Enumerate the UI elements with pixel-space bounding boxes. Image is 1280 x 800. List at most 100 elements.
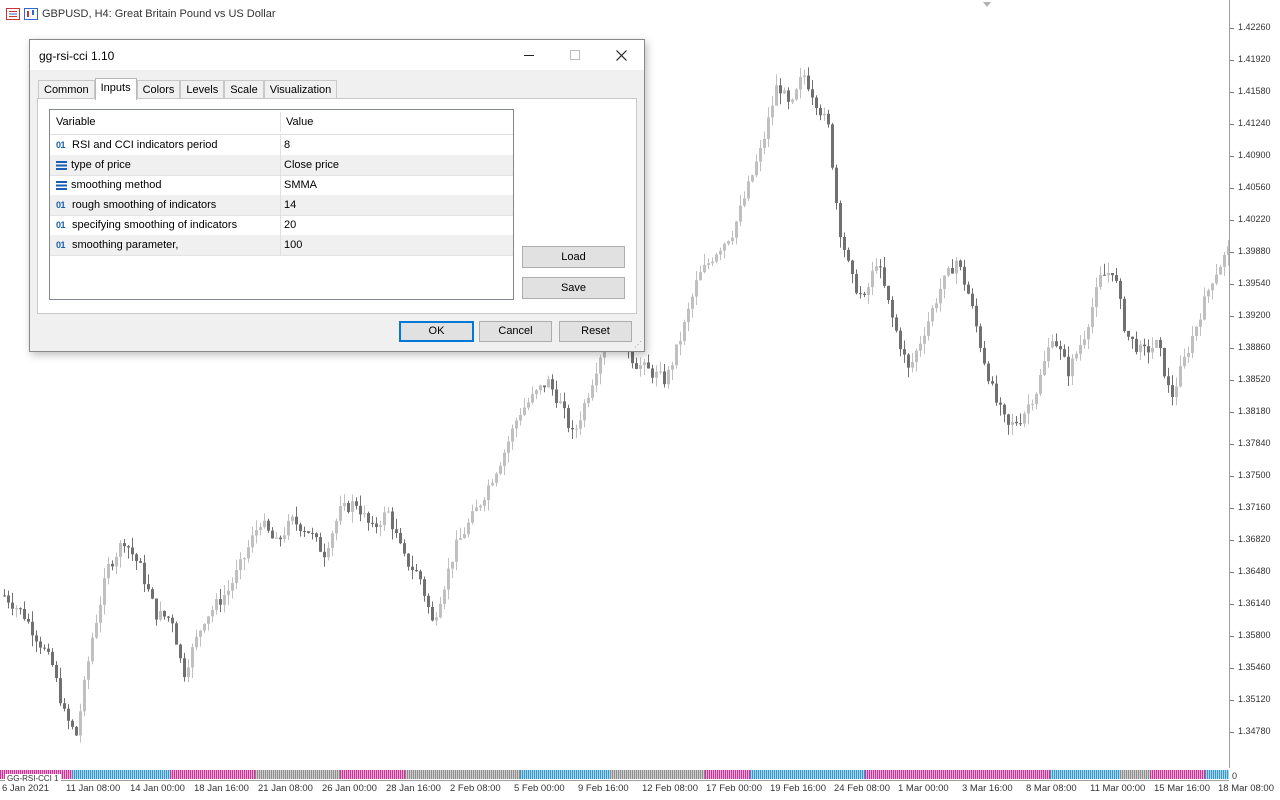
- indicator-bar: [897, 770, 899, 779]
- maximize-button[interactable]: [552, 40, 598, 70]
- input-row[interactable]: type of price Close price: [50, 155, 513, 176]
- input-value[interactable]: 20: [280, 215, 296, 235]
- save-button[interactable]: Save: [522, 277, 625, 299]
- input-value[interactable]: 14: [280, 195, 296, 215]
- candle-body: [519, 414, 522, 421]
- input-row[interactable]: 01 RSI and CCI indicators period 8: [50, 135, 513, 156]
- indicator-bar: [594, 770, 596, 779]
- indicator-bar: [72, 770, 74, 779]
- candle-body: [783, 90, 786, 94]
- candle-body: [1203, 296, 1206, 320]
- indicator-bar: [224, 770, 226, 779]
- candle-body: [1223, 254, 1226, 267]
- indicator-bar: [889, 770, 891, 779]
- indicator-bar: [873, 770, 875, 779]
- chart-type-icon[interactable]: [24, 8, 38, 20]
- indicator-bar: [642, 770, 644, 779]
- indicator-bar: [421, 770, 423, 779]
- indicator-bar: [1013, 770, 1015, 779]
- indicator-bar: [953, 770, 955, 779]
- candle-body: [379, 525, 382, 528]
- chart-shift-marker[interactable]: [983, 2, 991, 7]
- indicator-bar: [564, 770, 566, 779]
- column-header-value[interactable]: Value: [280, 110, 313, 134]
- price-tick: [1230, 732, 1234, 733]
- indicator-bar: [606, 770, 608, 779]
- candle-body: [975, 305, 978, 327]
- indicator-bar: [499, 770, 501, 779]
- candle-body: [135, 554, 138, 562]
- tab-inputs[interactable]: Inputs: [94, 78, 137, 100]
- indicator-bar: [1116, 770, 1118, 779]
- indicator-bar: [717, 770, 719, 779]
- indicator-bar: [483, 770, 485, 779]
- indicator-bar: [174, 770, 176, 779]
- ok-button[interactable]: OK: [399, 321, 474, 342]
- indicator-bar: [358, 770, 360, 779]
- candle-body: [387, 511, 390, 513]
- candle-body: [583, 403, 586, 421]
- indicator-bar: [905, 770, 907, 779]
- close-button[interactable]: [598, 40, 644, 70]
- resize-grip-icon[interactable]: ⋰: [634, 340, 642, 349]
- candle-body: [535, 390, 538, 395]
- indicator-bar: [122, 770, 124, 779]
- candle-body: [87, 661, 90, 680]
- indicator-bar: [511, 770, 513, 779]
- dialog-title-bar[interactable]: gg-rsi-cci 1.10: [30, 40, 644, 70]
- tab-scale[interactable]: Scale: [224, 80, 264, 99]
- indicator-bar: [774, 770, 776, 779]
- price-tick: [1230, 540, 1234, 541]
- price-axis[interactable]: 1.42260 1.41920 1.41580 1.41240 1.40900 1.405…: [1229, 0, 1280, 768]
- candle-body: [727, 241, 730, 244]
- tab-common[interactable]: Common: [38, 80, 95, 99]
- reset-button[interactable]: Reset: [559, 321, 632, 342]
- candle-body: [979, 326, 982, 348]
- time-axis[interactable]: 6 Jan 2021 11 Jan 08:00 14 Jan 00:00 18 Jan…: [0, 780, 1274, 800]
- indicator-bar: [1180, 770, 1182, 779]
- input-row[interactable]: smoothing method SMMA: [50, 175, 513, 196]
- candle-body: [355, 501, 358, 506]
- indicator-bar: [74, 770, 76, 779]
- cancel-button[interactable]: Cancel: [479, 321, 552, 342]
- candle-body: [551, 379, 554, 390]
- indicator-bar: [666, 770, 668, 779]
- tab-levels[interactable]: Levels: [180, 80, 225, 99]
- candle-body: [1199, 319, 1202, 327]
- indicator-bar: [842, 770, 844, 779]
- column-header-variable[interactable]: Variable: [50, 110, 96, 134]
- candle-body: [1019, 423, 1022, 425]
- indicator-bar: [132, 770, 134, 779]
- price-tick: [1230, 444, 1234, 445]
- load-button[interactable]: Load: [522, 246, 625, 268]
- input-value[interactable]: SMMA: [280, 175, 317, 195]
- input-row[interactable]: 01 specifying smoothing of indicators 20: [50, 215, 513, 236]
- inputs-grid[interactable]: Variable Value 01 RSI and CCI indicators…: [49, 109, 514, 300]
- candle-body: [835, 167, 838, 204]
- candle-body: [523, 407, 526, 415]
- input-value[interactable]: 8: [280, 135, 290, 155]
- price-label: 1.36820: [1238, 534, 1271, 544]
- candle-body: [467, 522, 470, 535]
- indicator-bar: [1017, 770, 1019, 779]
- input-value[interactable]: Close price: [280, 155, 339, 175]
- indicator-bar: [979, 770, 981, 779]
- indicator-bar: [696, 770, 698, 779]
- tab-colors[interactable]: Colors: [136, 80, 181, 99]
- input-row[interactable]: 01 smoothing parameter, 100: [50, 235, 513, 256]
- candle-body: [251, 535, 254, 548]
- indicator-bar: [429, 770, 431, 779]
- time-label: 19 Feb 16:00: [770, 783, 826, 794]
- dialog-title: gg-rsi-cci 1.10: [39, 49, 115, 63]
- candle-body: [395, 529, 398, 533]
- input-value[interactable]: 100: [280, 235, 302, 255]
- minimize-button[interactable]: [506, 40, 552, 70]
- indicator-bar: [764, 770, 766, 779]
- indicator-bar: [380, 770, 382, 779]
- tab-visualization[interactable]: Visualization: [263, 80, 338, 99]
- indicator-bar: [305, 770, 307, 779]
- candle-body: [639, 365, 642, 369]
- candle-body: [1079, 344, 1082, 354]
- indicator-list-icon[interactable]: [6, 8, 20, 20]
- input-row[interactable]: 01 rough smoothing of indicators 14: [50, 195, 513, 216]
